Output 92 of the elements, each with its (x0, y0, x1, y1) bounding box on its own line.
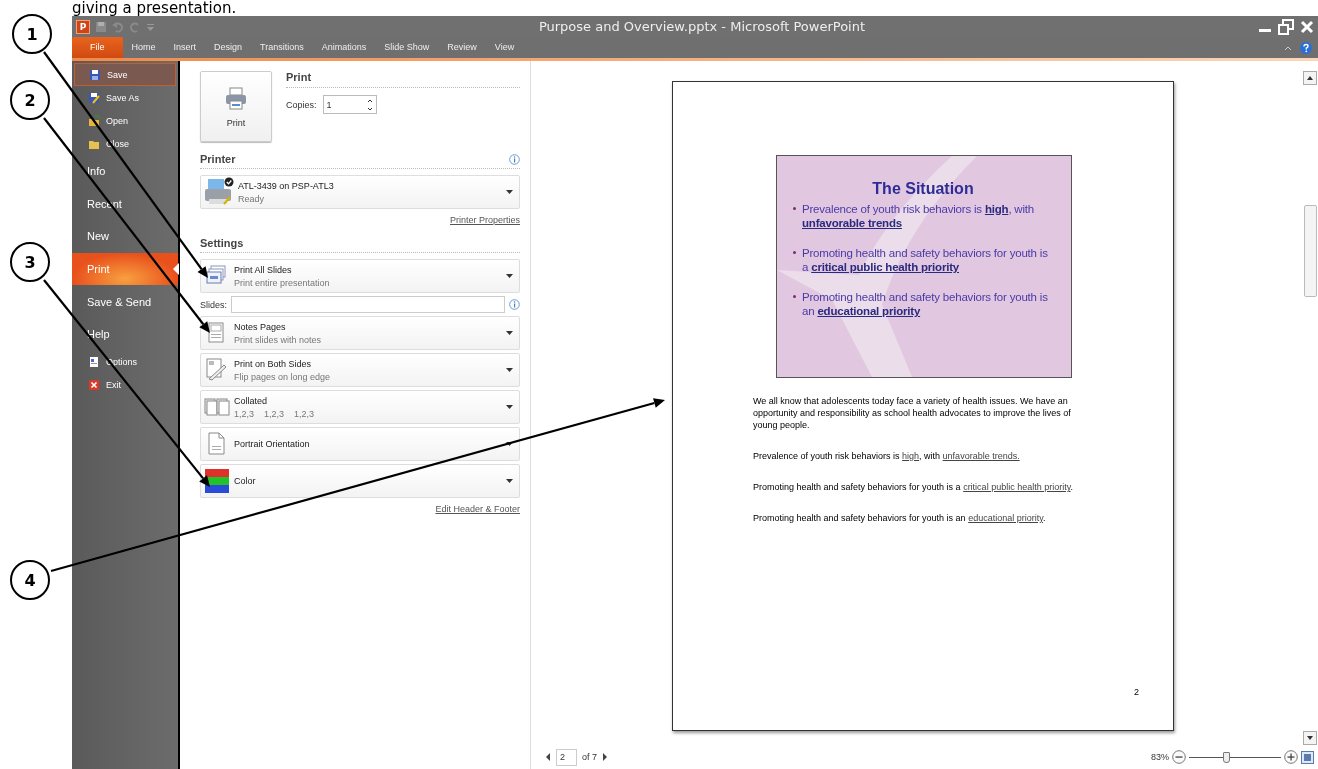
callout-number: 3 (24, 253, 36, 272)
slide-bullet-text: Promoting health and safety behaviors for youth is an educational priority (802, 290, 1049, 318)
caret-icon (506, 368, 513, 372)
copies-label: Copies: (286, 99, 317, 110)
ribbon-tab[interactable]: Animations (312, 37, 376, 58)
color-icon (204, 468, 230, 494)
settings-dropdown[interactable]: Portrait Orientation (200, 427, 520, 461)
page-number: 2 (1134, 687, 1139, 697)
section-heading: Settings (200, 237, 244, 249)
page-total: of 7 (582, 752, 597, 762)
printer-properties-link[interactable]: Printer Properties (449, 215, 520, 225)
caret-icon (506, 274, 513, 278)
callout-number: 1 (26, 25, 38, 44)
ribbon-tab[interactable]: Slide Show (375, 37, 439, 58)
ribbon-tab[interactable]: File (72, 37, 123, 58)
zoom-percentage: 83% (1151, 752, 1169, 762)
ribbon-tab[interactable]: Review (438, 37, 486, 58)
save-icon (89, 68, 101, 81)
slides-field[interactable] (231, 296, 505, 313)
print-button[interactable]: Print (200, 71, 272, 142)
collapse-ribbon-icon[interactable] (1284, 44, 1292, 51)
window-title: Purpose and Overview.pptx - Microsoft PowerPoint (537, 19, 867, 34)
callout-circle (10, 242, 50, 282)
restore-icon[interactable] (1278, 18, 1294, 35)
sidebar-item[interactable]: Save (74, 63, 176, 86)
ribbon-tab[interactable]: Insert (164, 37, 206, 58)
caret-icon (506, 405, 513, 409)
document-icon (88, 356, 100, 369)
page-number-field[interactable]: 2 (556, 748, 577, 766)
caret-icon (506, 479, 513, 483)
notes-paragraph: Prevalence of youth risk behaviors is high, with unfavorable trends. (753, 450, 1021, 462)
caption-text: giving a presentation. (71, 0, 238, 16)
bullet-dot (793, 251, 796, 254)
info-icon[interactable] (509, 299, 520, 310)
save-as-icon (88, 91, 100, 104)
scroll-thumb[interactable] (1304, 205, 1317, 297)
printer-icon (224, 85, 248, 110)
info-icon[interactable] (509, 153, 520, 165)
notes-paragraph: We all know that adolescents today face a variety of health issues. We have an opportunity and responsibility as school health advocates to improve the lives of young people. (753, 395, 1072, 431)
caret-icon (506, 331, 513, 335)
slide-bullet-text: Prevalence of youth risk behaviors is high, with unfavorable trends (802, 202, 1036, 230)
sidebar-item[interactable]: Help (72, 317, 178, 351)
callout-number: 4 (24, 571, 36, 590)
help-icon[interactable] (1300, 41, 1312, 54)
previous-page-icon[interactable] (545, 753, 551, 761)
settings-dropdown[interactable]: Print on Both Sides Flip pages on long edge (200, 353, 520, 387)
slider-thumb[interactable] (1222, 751, 1230, 763)
sidebar-item[interactable]: Save As (72, 86, 178, 109)
zoom-in-icon[interactable] (1284, 750, 1298, 764)
ribbon-tab[interactable]: Home (122, 37, 165, 58)
close-icon (88, 379, 100, 392)
caret-icon (506, 190, 513, 194)
sidebar-item[interactable]: Open (72, 109, 178, 132)
next-page-icon[interactable] (602, 753, 608, 761)
sidebar-item[interactable]: New (72, 220, 178, 253)
zoom-out-icon[interactable] (1172, 750, 1186, 764)
callout-circle (10, 560, 50, 600)
slides-label: Slides: (200, 299, 227, 310)
scroll-down-icon[interactable] (1303, 731, 1317, 745)
printer-dropdown[interactable]: ATL-3439 on PSP-ATL3 Ready (200, 175, 520, 209)
caret-icon (506, 442, 513, 446)
sidebar-item[interactable]: Info (72, 155, 178, 188)
zoom-to-page-icon[interactable] (1301, 750, 1314, 764)
slide-bullet-text: Promoting health and safety behaviors for youth is a critical public health priority (802, 246, 1049, 274)
slide-title: The Situation (871, 180, 975, 198)
app-logo: P (76, 19, 90, 34)
notes-paragraph: Promoting health and safety behaviors for youth is an educational priority. (753, 512, 1047, 524)
settings-dropdown[interactable]: Notes Pages Print slides with notes (200, 316, 520, 350)
notes-paragraph: Promoting health and safety behaviors for youth is a critical public health priority. (753, 481, 1075, 493)
edit-header-footer-link[interactable]: Edit Header & Footer (435, 504, 520, 514)
copies-spinner[interactable]: 1 (322, 95, 377, 114)
folder-icon (88, 114, 100, 127)
sidebar-item[interactable]: Exit (72, 373, 178, 397)
settings-dropdown[interactable]: Print All Slides Print entire presentation (200, 259, 520, 293)
settings-dropdown[interactable]: Color (200, 464, 520, 498)
ribbon-tab[interactable]: Transitions (251, 37, 313, 58)
callout-circle (10, 80, 50, 120)
ribbon-tab[interactable]: View (485, 37, 524, 58)
callout-circle (12, 14, 52, 54)
callout-number: 2 (24, 91, 36, 110)
bullet-dot (793, 295, 796, 298)
section-heading: Print (286, 71, 520, 88)
settings-dropdown[interactable]: Collated 1,2,3 1,2,3 1,2,3 (200, 390, 520, 424)
sidebar-item[interactable]: Print (72, 252, 178, 286)
ribbon-tab[interactable]: Design (205, 37, 252, 58)
sidebar-item[interactable]: Save & Send (72, 285, 178, 318)
printer-icon (204, 177, 234, 207)
scroll-up-icon[interactable] (1303, 71, 1317, 85)
bullet-dot (793, 207, 796, 210)
section-heading: Printer (200, 153, 236, 165)
save-icon[interactable] (95, 20, 107, 33)
close-icon[interactable] (1300, 19, 1314, 34)
